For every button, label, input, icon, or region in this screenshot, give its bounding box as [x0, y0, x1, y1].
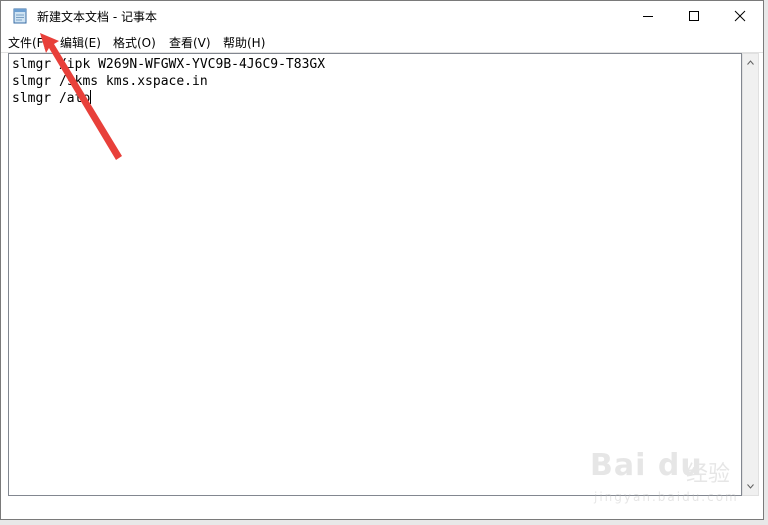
- menu-bar: 文件(F) 编辑(E) 格式(O) 查看(V) 帮助(H): [1, 31, 763, 53]
- notepad-icon: [12, 8, 28, 24]
- text-editor[interactable]: slmgr /ipk W269N-WFGWX-YVC9B-4J6C9-T83GX…: [8, 53, 742, 496]
- minimize-icon: [643, 16, 653, 17]
- menu-view[interactable]: 查看(V): [169, 34, 211, 51]
- vertical-scrollbar[interactable]: [742, 53, 759, 496]
- editor-line: slmgr /skms kms.xspace.in: [12, 74, 208, 89]
- close-icon: [734, 10, 746, 22]
- bottom-strip: [1, 497, 761, 517]
- scroll-up-button[interactable]: [743, 54, 758, 71]
- window-title: 新建文本文档 - 记事本: [37, 10, 157, 24]
- editor-text-area[interactable]: slmgr /ipk W269N-WFGWX-YVC9B-4J6C9-T83GX…: [12, 56, 721, 107]
- menu-help[interactable]: 帮助(H): [223, 34, 265, 51]
- menu-file[interactable]: 文件(F): [8, 34, 48, 51]
- minimize-button[interactable]: [625, 1, 671, 31]
- close-button[interactable]: [717, 1, 763, 31]
- menu-edit[interactable]: 编辑(E): [60, 34, 101, 51]
- maximize-button[interactable]: [671, 1, 717, 31]
- maximize-icon: [689, 11, 699, 21]
- editor-line: slmgr /ato: [12, 90, 92, 106]
- title-bar[interactable]: 新建文本文档 - 记事本: [1, 1, 763, 31]
- text-caret: [90, 90, 92, 104]
- menu-format[interactable]: 格式(O): [113, 34, 156, 51]
- scroll-down-button[interactable]: [743, 478, 758, 495]
- chevron-up-icon: [747, 60, 754, 65]
- editor-line: slmgr /ipk W269N-WFGWX-YVC9B-4J6C9-T83GX: [12, 57, 326, 72]
- chevron-down-icon: [747, 484, 754, 489]
